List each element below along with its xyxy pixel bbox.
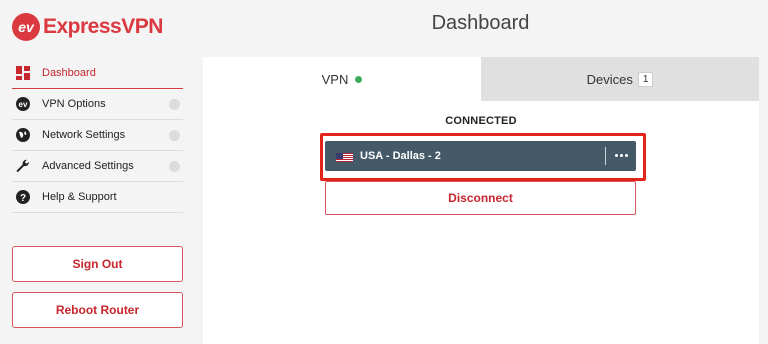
logo-mark-text: ev [18,19,34,35]
connected-status-dot-icon [355,75,363,83]
sidebar-item-label: Network Settings [42,129,126,141]
connection-status-text: CONNECTED [445,115,517,127]
sidebar-nav: Dashboard ev VPN Options Network Setting… [12,58,183,213]
page-title: Dashboard [431,12,530,34]
sidebar-item-vpn-options[interactable]: ev VPN Options [12,89,183,120]
location-selector[interactable]: USA - Dallas - 2 [325,141,636,171]
sidebar-item-advanced-settings[interactable]: Advanced Settings [12,151,183,182]
question-icon: ? [16,190,34,204]
dashboard-grid-icon [16,66,34,80]
more-options-icon[interactable] [615,154,628,157]
expand-chevron-icon[interactable] [169,130,180,141]
dashboard-panel: VPN Devices 1 CONNECTED USA - Dallas - 2… [203,57,759,344]
sidebar-item-network-settings[interactable]: Network Settings [12,120,183,151]
location-label: USA - Dallas - 2 [360,150,441,162]
divider [605,147,606,165]
sidebar-item-label: Help & Support [42,191,117,203]
tab-devices[interactable]: Devices 1 [481,57,759,101]
reboot-router-button[interactable]: Reboot Router [12,292,183,328]
tab-label: VPN [321,71,349,87]
logo-text: ExpressVPN [43,15,163,38]
app-window: ev ExpressVPN Dashboard ev VPN Options N… [0,0,768,344]
sidebar-item-dashboard[interactable]: Dashboard [12,58,183,89]
wrench-icon [16,159,34,173]
sign-out-button[interactable]: Sign Out [12,246,183,282]
vpn-logo-icon: ev [16,97,34,111]
sidebar-item-label: Advanced Settings [42,160,134,172]
expressvpn-logo-icon: ev [12,13,40,41]
globe-icon [16,128,34,142]
tab-label: Devices [586,71,633,87]
device-count-badge: 1 [637,71,654,87]
sidebar-item-help-support[interactable]: ? Help & Support [12,182,183,213]
svg-text:?: ? [20,193,26,204]
us-flag-icon [336,151,353,162]
sidebar-item-label: VPN Options [42,98,106,110]
disconnect-button[interactable]: Disconnect [325,181,636,215]
svg-text:ev: ev [19,100,28,109]
sidebar: ev ExpressVPN Dashboard ev VPN Options N… [0,0,194,344]
sidebar-item-label: Dashboard [42,67,96,79]
expressvpn-logo[interactable]: ev ExpressVPN [12,12,163,42]
tab-vpn[interactable]: VPN [203,57,481,101]
expand-chevron-icon[interactable] [169,99,180,110]
expand-chevron-icon[interactable] [169,161,180,172]
